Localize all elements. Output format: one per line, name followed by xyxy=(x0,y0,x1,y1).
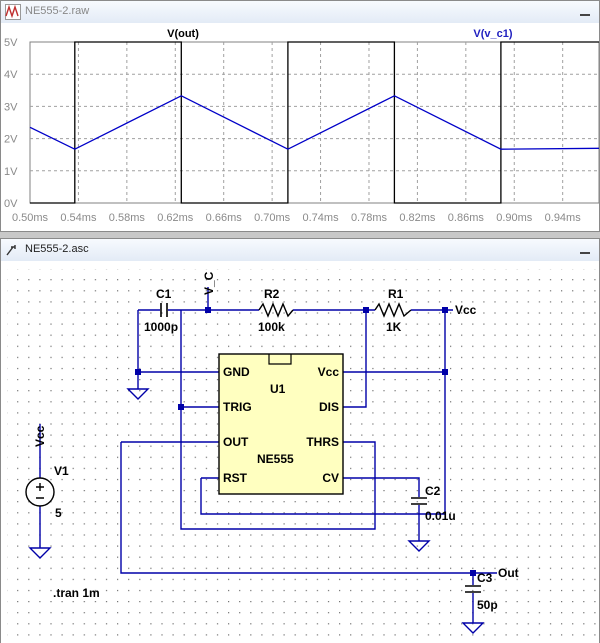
pin-rst: RST xyxy=(223,471,248,485)
pin-dis: DIS xyxy=(319,400,339,414)
net-label-vcc-top: Vcc xyxy=(455,303,477,317)
schematic-canvas[interactable]: C1 1000p R2 100k R1 1K Vcc V_C Vcc Out V… xyxy=(1,261,599,643)
waveform-window-title: NE555-2.raw xyxy=(25,5,90,17)
y-tick-label: 0V xyxy=(4,198,18,210)
v1-ref: V1 xyxy=(54,464,69,478)
x-tick-label: 0.70ms xyxy=(254,212,291,224)
v1-value: 5 xyxy=(55,506,62,520)
minimize-icon[interactable] xyxy=(577,3,593,19)
x-tick-label: 0.74ms xyxy=(303,212,340,224)
minimize-icon[interactable] xyxy=(577,241,593,257)
c2-value: 0.01u xyxy=(425,509,456,523)
x-tick-label: 0.66ms xyxy=(206,212,243,224)
r1-value: 1K xyxy=(386,320,402,334)
schematic-window[interactable]: NE555-2.asc C1 1000p R2 100k R1 1K Vcc V… xyxy=(0,238,600,643)
x-tick-label: 0.54ms xyxy=(60,212,97,224)
trace-label-vc1[interactable]: V(v_c1) xyxy=(473,28,512,40)
r1-ref: R1 xyxy=(388,287,404,301)
pin-gnd: GND xyxy=(223,365,250,379)
waveform-titlebar[interactable]: NE555-2.raw xyxy=(1,1,599,24)
waveform-window[interactable]: NE555-2.raw 5V 4V 3V 2V 1V 0V 0.50ms 0.54ms 0.5… xyxy=(0,0,600,232)
c1-ref: C1 xyxy=(156,287,172,301)
waveform-icon xyxy=(5,4,21,20)
y-tick-label: 4V xyxy=(4,69,18,81)
ic-ref: U1 xyxy=(270,382,286,396)
pin-vcc: Vcc xyxy=(318,365,340,379)
schematic-titlebar[interactable]: NE555-2.asc xyxy=(1,239,599,262)
x-tick-label: 0.86ms xyxy=(448,212,485,224)
pin-trig: TRIG xyxy=(223,400,252,414)
x-tick-label: 0.62ms xyxy=(157,212,194,224)
pin-thrs: THRS xyxy=(306,435,339,449)
c1-value: 1000p xyxy=(144,320,178,334)
trace-label-vout[interactable]: V(out) xyxy=(167,28,199,40)
r2-ref: R2 xyxy=(264,287,280,301)
y-tick-label: 1V xyxy=(4,166,18,178)
ic-ne555[interactable]: GND TRIG OUT RST Vcc DIS THRS CV U1 NE55… xyxy=(218,353,344,495)
y-tick-label: 3V xyxy=(4,101,18,113)
ic-name: NE555 xyxy=(257,452,294,466)
y-tick-label: 5V xyxy=(4,37,18,49)
pin-out: OUT xyxy=(223,435,249,449)
r2-value: 100k xyxy=(258,320,285,334)
net-label-vc: V_C xyxy=(202,271,216,295)
spice-directive[interactable]: .tran 1m xyxy=(53,586,100,600)
schematic-window-title: NE555-2.asc xyxy=(25,243,89,255)
c3-ref: C3 xyxy=(477,571,493,585)
y-tick-label: 2V xyxy=(4,134,18,146)
schematic-icon xyxy=(6,245,16,256)
net-label-out: Out xyxy=(498,566,519,580)
x-tick-label: 0.58ms xyxy=(109,212,146,224)
x-tick-label: 0.82ms xyxy=(399,212,436,224)
c2-ref: C2 xyxy=(425,484,441,498)
waveform-plot[interactable]: 5V 4V 3V 2V 1V 0V 0.50ms 0.54ms 0.58ms 0.62ms 0.6… xyxy=(1,23,599,231)
c3-value: 50p xyxy=(477,598,498,612)
x-tick-label: 0.78ms xyxy=(351,212,388,224)
x-tick-label: 0.94ms xyxy=(545,212,582,224)
x-tick-label: 0.90ms xyxy=(496,212,533,224)
x-tick-label: 0.50ms xyxy=(12,212,49,224)
net-label-vcc-left: Vcc xyxy=(33,425,47,447)
pin-cv: CV xyxy=(322,471,339,485)
